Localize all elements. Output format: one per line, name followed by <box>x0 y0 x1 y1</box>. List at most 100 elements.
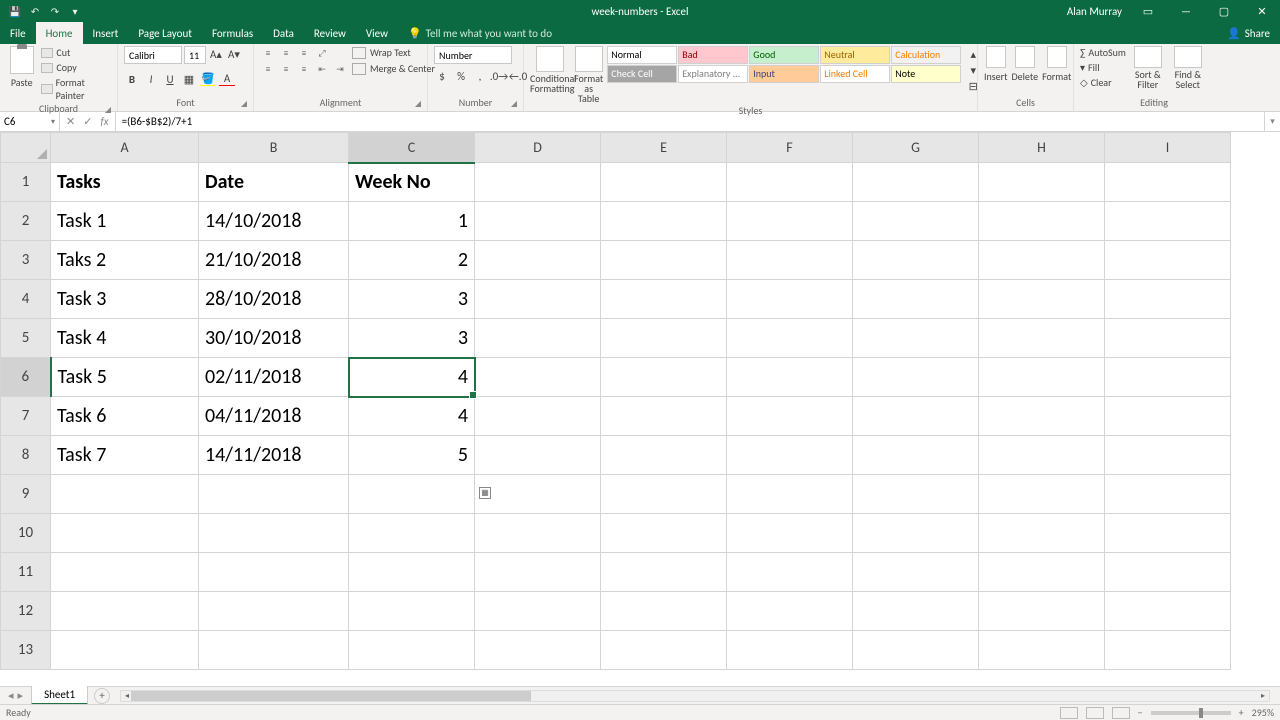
font-name-combo[interactable]: Calibri <box>124 46 182 64</box>
cell-E4[interactable] <box>601 280 727 319</box>
font-color-button[interactable]: A <box>219 71 235 87</box>
wrap-text-button[interactable]: Wrap Text <box>352 46 435 59</box>
row-header-9[interactable]: 9 <box>1 475 51 514</box>
row-header-4[interactable]: 4 <box>1 280 51 319</box>
align-right-icon[interactable]: ≡ <box>296 62 312 76</box>
cell-H4[interactable] <box>979 280 1105 319</box>
page-layout-view-icon[interactable] <box>1086 707 1104 719</box>
row-header-1[interactable]: 1 <box>1 163 51 202</box>
style-linked-cell[interactable]: Linked Cell <box>820 65 890 83</box>
fill-button[interactable]: ▾Fill <box>1080 61 1126 74</box>
col-header-B[interactable]: B <box>199 133 349 163</box>
cell-D1[interactable] <box>475 163 601 202</box>
merge-center-button[interactable]: Merge & Center <box>352 62 435 75</box>
cell-F1[interactable] <box>727 163 853 202</box>
row-header-11[interactable]: 11 <box>1 553 51 592</box>
cell-D11[interactable] <box>475 553 601 592</box>
undo-icon[interactable]: ↶ <box>28 4 42 18</box>
clear-button[interactable]: ◇Clear <box>1080 76 1126 89</box>
cell-I4[interactable] <box>1105 280 1231 319</box>
cell-B8[interactable]: 14/11/2018 <box>199 436 349 475</box>
cell-H1[interactable] <box>979 163 1105 202</box>
cell-C13[interactable] <box>349 631 475 670</box>
cell-B6[interactable]: 02/11/2018 <box>199 358 349 397</box>
cell-H7[interactable] <box>979 397 1105 436</box>
cell-C11[interactable] <box>349 553 475 592</box>
sheet-next-icon[interactable]: ▸ <box>18 689 24 702</box>
style-normal[interactable]: Normal <box>607 46 677 64</box>
number-format-combo[interactable]: Number <box>434 46 512 64</box>
tab-data[interactable]: Data <box>263 22 304 44</box>
cell-F9[interactable] <box>727 475 853 514</box>
row-header-13[interactable]: 13 <box>1 631 51 670</box>
tab-formulas[interactable]: Formulas <box>202 22 263 44</box>
cell-styles-gallery[interactable]: NormalBadGoodNeutralCalculationCheck Cel… <box>607 46 961 83</box>
cell-G4[interactable] <box>853 280 979 319</box>
cell-G6[interactable] <box>853 358 979 397</box>
delete-cells-button[interactable]: Delete <box>1012 46 1039 83</box>
col-header-A[interactable]: A <box>51 133 199 163</box>
ribbon-display-icon[interactable]: ▭ <box>1136 0 1160 22</box>
user-name[interactable]: Alan Murray <box>1067 5 1122 18</box>
cell-A3[interactable]: Taks 2 <box>51 241 199 280</box>
tab-home[interactable]: Home <box>36 22 83 44</box>
cell-B9[interactable] <box>199 475 349 514</box>
cell-A10[interactable] <box>51 514 199 553</box>
cell-C1[interactable]: Week No <box>349 163 475 202</box>
cell-H9[interactable] <box>979 475 1105 514</box>
cell-C7[interactable]: 4 <box>349 397 475 436</box>
cell-I8[interactable] <box>1105 436 1231 475</box>
sheet-prev-icon[interactable]: ◂ <box>8 689 14 702</box>
save-icon[interactable]: 💾 <box>8 4 22 18</box>
close-icon[interactable]: ✕ <box>1250 0 1274 22</box>
cell-I3[interactable] <box>1105 241 1231 280</box>
redo-icon[interactable]: ↷ <box>48 4 62 18</box>
style-explanatory-[interactable]: Explanatory ... <box>678 65 748 83</box>
worksheet-grid[interactable]: ABCDEFGHI1TasksDateWeek No2Task 114/10/2… <box>0 132 1280 686</box>
col-header-H[interactable]: H <box>979 133 1105 163</box>
cell-B3[interactable]: 21/10/2018 <box>199 241 349 280</box>
cell-D3[interactable] <box>475 241 601 280</box>
launcher-icon[interactable]: ◢ <box>415 99 421 109</box>
font-size-combo[interactable]: 11 <box>184 46 206 64</box>
cell-F12[interactable] <box>727 592 853 631</box>
cell-D5[interactable] <box>475 319 601 358</box>
cell-F13[interactable] <box>727 631 853 670</box>
row-header-12[interactable]: 12 <box>1 592 51 631</box>
tab-page-layout[interactable]: Page Layout <box>128 22 202 44</box>
align-top-icon[interactable]: ≡ <box>260 46 276 60</box>
style-good[interactable]: Good <box>749 46 819 64</box>
comma-format-icon[interactable]: , <box>472 68 488 84</box>
cell-A9[interactable] <box>51 475 199 514</box>
tell-me-search[interactable]: 💡 Tell me what you want to do <box>408 22 552 44</box>
cell-F6[interactable] <box>727 358 853 397</box>
cell-I9[interactable] <box>1105 475 1231 514</box>
sheet-nav[interactable]: ◂▸ <box>0 689 31 702</box>
cell-G3[interactable] <box>853 241 979 280</box>
align-center-icon[interactable]: ≡ <box>278 62 294 76</box>
col-header-D[interactable]: D <box>475 133 601 163</box>
format-as-table-button[interactable]: Format as Table <box>574 46 603 104</box>
page-break-view-icon[interactable] <box>1112 707 1130 719</box>
cell-I6[interactable] <box>1105 358 1231 397</box>
cell-C8[interactable]: 5 <box>349 436 475 475</box>
tab-view[interactable]: View <box>356 22 398 44</box>
cell-E6[interactable] <box>601 358 727 397</box>
cell-C10[interactable] <box>349 514 475 553</box>
style-neutral[interactable]: Neutral <box>820 46 890 64</box>
cell-H8[interactable] <box>979 436 1105 475</box>
col-header-E[interactable]: E <box>601 133 727 163</box>
cell-B11[interactable] <box>199 553 349 592</box>
cell-G11[interactable] <box>853 553 979 592</box>
col-header-I[interactable]: I <box>1105 133 1231 163</box>
underline-button[interactable]: U <box>162 71 178 87</box>
cell-G5[interactable] <box>853 319 979 358</box>
cell-F5[interactable] <box>727 319 853 358</box>
cell-B7[interactable]: 04/11/2018 <box>199 397 349 436</box>
cell-G10[interactable] <box>853 514 979 553</box>
row-header-10[interactable]: 10 <box>1 514 51 553</box>
cell-I1[interactable] <box>1105 163 1231 202</box>
cell-A2[interactable]: Task 1 <box>51 202 199 241</box>
cell-H6[interactable] <box>979 358 1105 397</box>
cell-E1[interactable] <box>601 163 727 202</box>
